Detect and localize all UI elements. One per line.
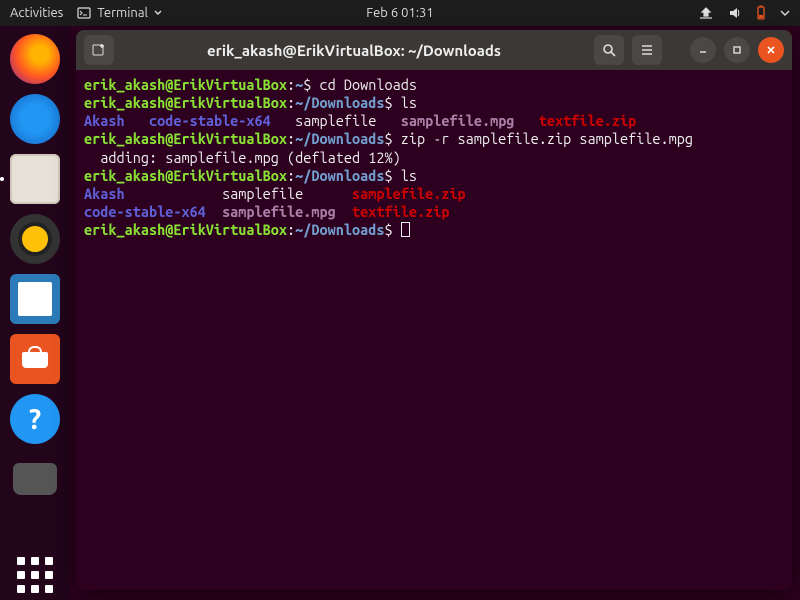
network-icon[interactable]: [698, 6, 714, 20]
prompt-user: erik_akash: [84, 76, 165, 93]
search-button[interactable]: [594, 35, 624, 65]
ls-dir: code-stable-x64: [84, 203, 206, 220]
chevron-down-icon: [154, 9, 162, 17]
search-icon: [601, 42, 617, 58]
system-menu-icon[interactable]: [780, 9, 790, 17]
volume-icon[interactable]: [728, 6, 742, 20]
zip-output: adding: samplefile.mpg (deflated 12%): [84, 149, 401, 166]
topbar-right: [698, 5, 790, 21]
terminal-window: erik_akash@ErikVirtualBox: ~/Downloads e…: [76, 30, 792, 590]
dock-files[interactable]: [10, 154, 60, 204]
dock-ubuntu-software[interactable]: [10, 334, 60, 384]
dock-libreoffice-writer[interactable]: [10, 274, 60, 324]
minimize-button[interactable]: [690, 37, 716, 63]
ls-zip: textfile.zip: [352, 203, 449, 220]
terminal-menu-label: Terminal: [97, 6, 148, 20]
hamburger-menu-button[interactable]: [632, 35, 662, 65]
apps-grid-icon: [15, 555, 55, 595]
activities-button[interactable]: Activities: [10, 6, 63, 20]
cmd-ls1: ls: [393, 94, 417, 111]
dock-help[interactable]: ?: [10, 394, 60, 444]
cmd-zip: zip -r samplefile.zip samplefile.mpg: [393, 130, 693, 147]
terminal-body[interactable]: erik_akash@ErikVirtualBox:~$ cd Download…: [76, 70, 792, 245]
terminal-cursor: [401, 222, 410, 237]
ls-file: samplefile: [295, 112, 376, 129]
close-button[interactable]: [758, 37, 784, 63]
dock-firefox[interactable]: [10, 34, 60, 84]
ls-zip: textfile.zip: [539, 112, 636, 129]
ls-dir: Akash: [84, 112, 125, 129]
maximize-icon: [731, 44, 743, 56]
cmd-ls2: ls: [393, 167, 417, 184]
window-titlebar: erik_akash@ErikVirtualBox: ~/Downloads: [76, 30, 792, 70]
ls-file: samplefile: [222, 185, 303, 202]
ls-zip: samplefile.zip: [352, 185, 466, 202]
hamburger-icon: [639, 42, 655, 58]
cmd-cd: cd Downloads: [311, 76, 417, 93]
prompt-host: ErikVirtualBox: [173, 76, 287, 93]
ls-dir: code-stable-x64: [149, 112, 271, 129]
close-icon: [765, 44, 777, 56]
new-tab-button[interactable]: [84, 35, 114, 65]
terminal-icon: [77, 6, 91, 20]
ls-dir: Akash: [84, 185, 125, 202]
ls-media: samplefile.mpg: [401, 112, 515, 129]
dock-rhythmbox[interactable]: [10, 214, 60, 264]
window-title: erik_akash@ErikVirtualBox: ~/Downloads: [122, 42, 586, 59]
topbar-datetime[interactable]: Feb 6 01:31: [366, 6, 433, 20]
gnome-topbar: Activities Terminal Feb 6 01:31: [0, 0, 800, 26]
new-tab-icon: [91, 42, 107, 58]
battery-icon[interactable]: [756, 5, 766, 21]
maximize-button[interactable]: [724, 37, 750, 63]
ubuntu-dock: ?: [0, 26, 70, 600]
minimize-icon: [697, 44, 709, 56]
dock-show-applications[interactable]: [10, 550, 60, 600]
ls-media: samplefile.mpg: [222, 203, 336, 220]
dock-trash[interactable]: [10, 454, 60, 504]
dock-thunderbird[interactable]: [10, 94, 60, 144]
terminal-app-menu[interactable]: Terminal: [77, 6, 162, 20]
topbar-left: Activities Terminal: [10, 6, 162, 20]
